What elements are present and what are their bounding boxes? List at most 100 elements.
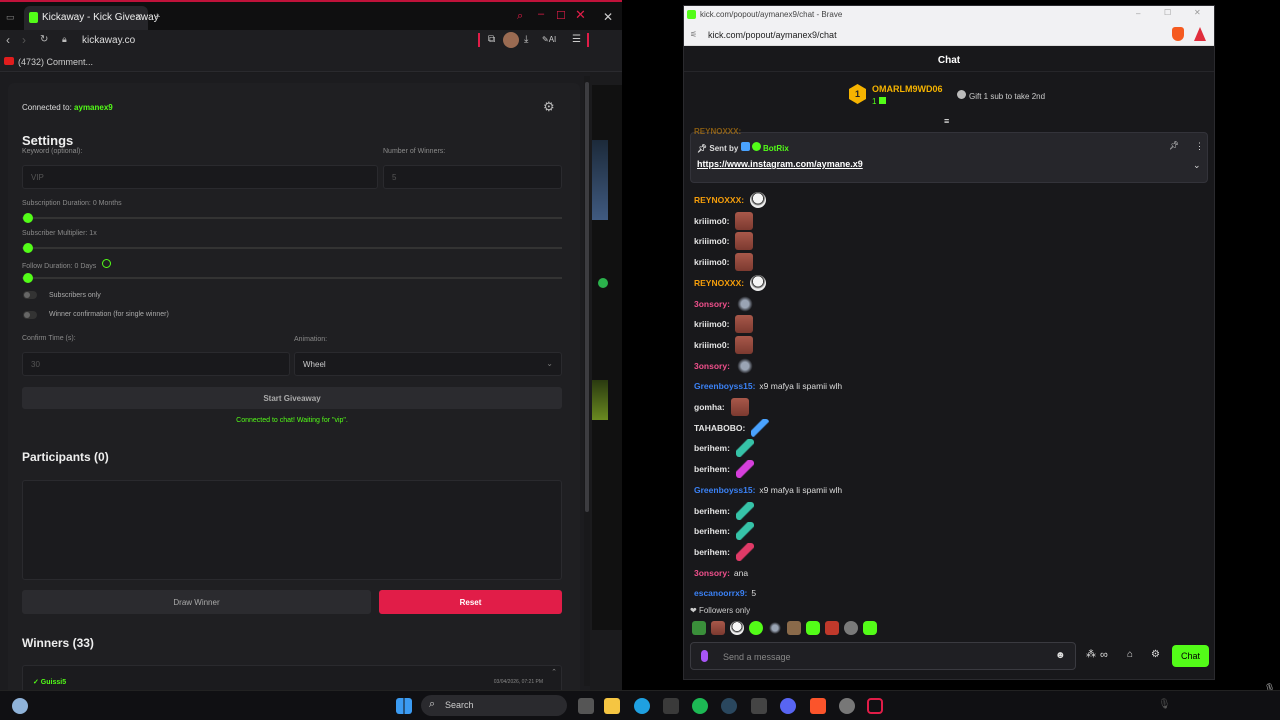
start-giveaway-button[interactable]: Start Giveaway (22, 387, 562, 409)
extensions-icon[interactable]: ⧉ (488, 34, 495, 45)
more-options-icon[interactable]: ⋮ (1195, 141, 1204, 152)
brave-icon[interactable] (810, 698, 826, 714)
minimize-icon[interactable]: – (538, 8, 544, 20)
new-tab-icon[interactable]: + (154, 11, 160, 23)
opera-gx-icon[interactable] (867, 698, 883, 714)
tray-mic-icon[interactable]: 🎙︎ (1158, 699, 1171, 710)
sub-multiplier-slider[interactable] (22, 247, 562, 249)
filter-icon[interactable]: ≡ (944, 116, 949, 126)
chat-close-icon[interactable]: ✕ (1194, 8, 1201, 17)
emote-face-icon[interactable] (750, 192, 767, 208)
chat-username[interactable]: 3onsory: (694, 361, 730, 371)
sub-duration-slider[interactable] (22, 217, 562, 219)
chat-username[interactable]: escanoorrx9: (694, 588, 747, 598)
emote-brick-icon[interactable] (711, 621, 725, 635)
emote-brick-icon[interactable] (735, 212, 754, 230)
emote-bird-icon[interactable] (735, 295, 754, 313)
scroll-up-icon[interactable]: ⌃ (551, 668, 557, 676)
emote-brick-icon[interactable] (735, 232, 754, 250)
chat-username[interactable]: kriiimo0: (694, 236, 729, 246)
winners-input[interactable]: 5 (383, 165, 562, 189)
chat-username[interactable]: kriiimo0: (694, 319, 729, 329)
spotify-icon[interactable] (692, 698, 708, 714)
emote-brick-icon[interactable] (735, 336, 754, 354)
sub-duration-handle[interactable] (23, 213, 33, 223)
page-scrollbar[interactable] (584, 76, 590, 686)
participants-list[interactable] (22, 480, 562, 580)
send-message-input[interactable]: Send a message ☻ (690, 642, 1076, 670)
chat-username[interactable]: berihem: (694, 464, 730, 474)
animation-select[interactable]: Wheel ⌄ (294, 352, 562, 376)
infinity-icon[interactable]: ∞ (1100, 649, 1108, 661)
pinned-user[interactable]: BotRix (763, 144, 789, 153)
draw-winner-button[interactable]: Draw Winner (22, 590, 371, 614)
chat-minimize-icon[interactable]: – (1136, 9, 1140, 18)
emote-brick-icon[interactable] (735, 315, 754, 333)
emote-bird-icon[interactable] (768, 621, 782, 635)
chat-settings-icon[interactable]: ⚙ (1151, 649, 1160, 660)
discord-icon[interactable] (780, 698, 796, 714)
brave-shield-icon[interactable] (1172, 27, 1184, 41)
edge-icon[interactable] (634, 698, 650, 714)
emote-kick2-icon[interactable] (863, 621, 877, 635)
emote-brick-icon[interactable] (735, 253, 754, 271)
follow-duration-handle[interactable] (23, 273, 33, 283)
emote-feather-g-icon[interactable] (735, 522, 754, 540)
chat-username[interactable]: 3onsory: (694, 568, 730, 578)
maximize-icon[interactable]: ☐ (556, 9, 566, 22)
reload-icon[interactable]: ↻ (40, 34, 48, 45)
emote-kick-icon[interactable] (806, 621, 820, 635)
task-view-icon[interactable] (578, 698, 594, 714)
emote-brown-icon[interactable] (787, 621, 801, 635)
keyword-input[interactable]: VIP (22, 165, 378, 189)
follow-duration-slider[interactable] (22, 277, 562, 279)
emote-face-icon[interactable] (730, 621, 744, 635)
emote-red-icon[interactable] (825, 621, 839, 635)
menu-icon[interactable]: ☰ (572, 34, 581, 45)
window-menu-icon[interactable]: ▭ (6, 12, 15, 23)
emote-pepe-icon[interactable] (692, 621, 706, 635)
chat-username[interactable]: Greenboyss15: (694, 381, 755, 391)
emote-feather-g-icon[interactable] (735, 502, 754, 520)
chat-username[interactable]: Greenboyss15: (694, 485, 755, 495)
scrollbar-thumb[interactable] (585, 82, 589, 512)
chat-username[interactable]: berihem: (694, 547, 730, 557)
emote-bird-icon[interactable] (735, 357, 754, 375)
forward-icon[interactable]: › (22, 33, 26, 47)
confirm-time-input[interactable]: 30 (22, 352, 290, 376)
sub-multiplier-handle[interactable] (23, 243, 33, 253)
emote-feather-r-icon[interactable] (735, 543, 754, 561)
emote-feather-g-icon[interactable] (735, 439, 754, 457)
microphone-icon[interactable] (701, 650, 708, 662)
chat-username[interactable]: REYNOXXX: (694, 278, 744, 288)
chat-username[interactable]: TAHABOBO: (694, 423, 745, 433)
tab-kickaway[interactable]: Kickaway - Kick Giveaway × (24, 6, 159, 30)
ai-button[interactable]: ✎AI (542, 35, 556, 44)
chat-username[interactable]: berihem: (694, 443, 730, 453)
chat-scrollbar[interactable] (1214, 561, 1215, 601)
emote-feather-p-icon[interactable] (735, 460, 754, 478)
winner-confirm-toggle[interactable] (23, 311, 37, 319)
chat-username[interactable]: kriiimo0: (694, 257, 729, 267)
unpin-icon[interactable]: 📌︎ (1169, 141, 1179, 150)
search-tabs-icon[interactable]: ⌕ (517, 10, 523, 23)
file-explorer-icon[interactable] (604, 698, 620, 714)
app-icon[interactable] (839, 698, 855, 714)
taskbar-search[interactable]: ⌕ Search (421, 695, 567, 716)
chat-username[interactable]: gomha: (694, 402, 725, 412)
chat-url-text[interactable]: kick.com/popout/aymanex9/chat (708, 30, 837, 40)
connections-icon[interactable]: ⁂ (1086, 649, 1096, 660)
profile-avatar[interactable] (503, 32, 519, 48)
emote-face-icon[interactable] (750, 275, 767, 291)
chat-maximize-icon[interactable]: ☐ (1164, 8, 1171, 17)
download-icon[interactable]: ⤓ (524, 34, 528, 45)
xbox-icon[interactable] (663, 698, 679, 714)
start-icon[interactable] (396, 698, 412, 714)
emote-brick-icon[interactable] (730, 398, 749, 416)
url-text[interactable]: kickaway.co (82, 35, 135, 46)
chat-username[interactable]: kriiimo0: (694, 340, 729, 350)
desktop-close-icon[interactable]: ✕ (603, 10, 613, 24)
steam-icon[interactable] (721, 698, 737, 714)
brave-rewards-icon[interactable] (1194, 27, 1206, 41)
expand-pin-icon[interactable]: ⌄ (1193, 160, 1201, 171)
